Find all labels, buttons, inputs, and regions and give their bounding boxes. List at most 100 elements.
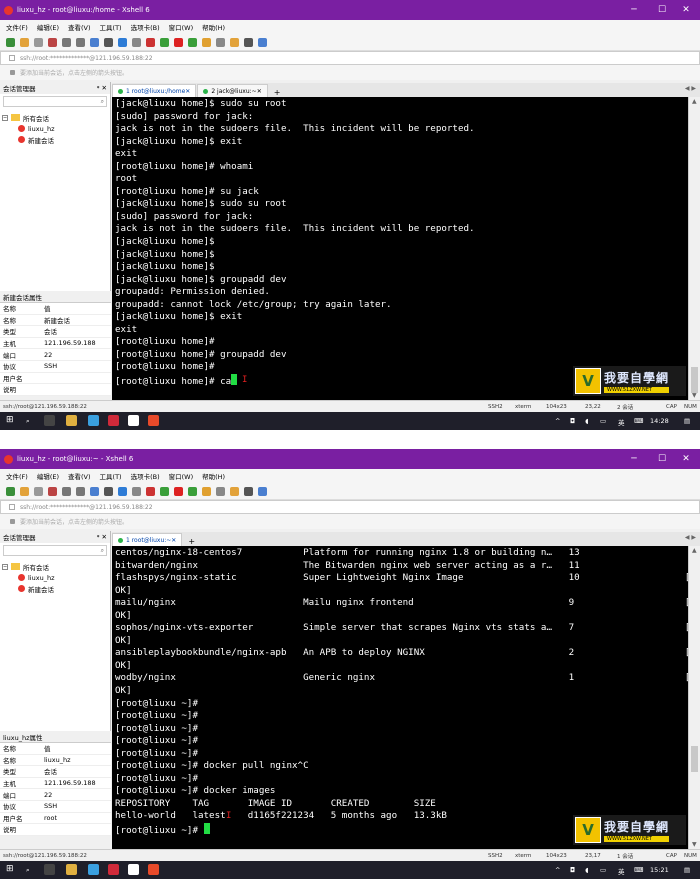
new-tab-button[interactable]: + [271,88,284,97]
tray-network-icon[interactable]: ◘ [570,417,575,425]
menu-tools[interactable]: 工具(T) [100,22,122,32]
stop-icon[interactable] [174,486,183,496]
search-icon[interactable]: ⌕ [26,866,30,875]
menu-tabs[interactable]: 选项卡(B) [131,22,160,32]
terminal-scrollbar[interactable]: ▲ ▼ [688,546,700,849]
tray-battery-icon[interactable]: ▭ [600,866,606,874]
address-bar[interactable]: ssh://root:*************@121.196.59.188:… [0,500,700,514]
clock[interactable]: 15:21 [650,866,669,874]
xshell-task-icon[interactable] [108,415,119,426]
paste-icon[interactable] [76,37,85,47]
tray-volume-icon[interactable]: ◖ [585,417,588,425]
xftp-icon[interactable] [146,37,155,47]
keyboard-icon[interactable] [216,486,225,496]
session-search-input[interactable]: ⌕ [3,96,107,107]
notification-icon[interactable]: ▤ [684,417,690,425]
tray-volume-icon[interactable]: ◖ [585,866,588,874]
globe-icon[interactable] [118,37,127,47]
task-view-icon[interactable] [44,864,55,875]
new-session-icon[interactable] [6,37,15,47]
tree-node-all-sessions[interactable]: − 所有会话 [2,561,108,572]
document-icon[interactable] [128,415,139,426]
stop-icon[interactable] [174,37,183,47]
menu-view[interactable]: 查看(V) [68,22,91,32]
menu-help[interactable]: 帮助(H) [202,471,225,481]
font-icon[interactable] [132,486,141,496]
ime-indicator[interactable]: 英 [618,866,625,876]
minimize-button[interactable]: ─ [620,0,648,20]
session-tab[interactable]: 1 root@liuxu:/home ✕ [112,84,197,97]
help-icon[interactable] [258,486,267,496]
terminal-scrollbar[interactable]: ▲ ▼ [688,97,700,400]
lock-icon[interactable] [202,37,211,47]
print-icon[interactable] [104,486,113,496]
clock[interactable]: 14:28 [650,417,669,425]
file-explorer-icon[interactable] [66,415,77,426]
file-explorer-icon[interactable] [66,864,77,875]
copy-icon[interactable] [62,37,71,47]
panel-pin-close-icon[interactable]: ᵠ ✕ [97,533,107,541]
minimize-button[interactable]: ─ [620,449,648,469]
tray-ime-icon[interactable]: ⌨ [634,417,643,425]
ime-indicator[interactable]: 英 [618,417,625,427]
scroll-up-icon[interactable]: ▲ [692,547,697,554]
tree-node-liuxu-hz[interactable]: liuxu_hz [2,123,108,134]
close-tab-icon[interactable]: ✕ [171,537,176,544]
open-folder-icon[interactable] [20,486,29,496]
document-icon[interactable] [128,864,139,875]
copy-icon[interactable] [62,486,71,496]
xshell-task-icon[interactable] [108,864,119,875]
menu-tools[interactable]: 工具(T) [100,471,122,481]
xagent-icon[interactable] [160,37,169,47]
menu-window[interactable]: 窗口(W) [169,471,194,481]
new-session-icon[interactable] [6,486,15,496]
scroll-up-icon[interactable]: ▲ [692,98,697,105]
terminal[interactable]: [jack@liuxu home]$ sudo su root [sudo] pa… [112,97,688,400]
xftp-icon[interactable] [146,486,155,496]
collapse-icon[interactable]: − [2,563,8,570]
xagent-icon[interactable] [160,486,169,496]
scroll-thumb[interactable] [691,746,698,772]
panel-pin-close-icon[interactable]: ᵠ ✕ [97,84,107,92]
notification-icon[interactable]: ▤ [684,866,690,874]
menu-view[interactable]: 查看(V) [68,471,91,481]
scroll-thumb[interactable] [691,367,698,393]
tray-network-icon[interactable]: ◘ [570,866,575,874]
recorder-icon[interactable] [148,864,159,875]
close-button[interactable]: ✕ [672,449,700,469]
find-icon[interactable] [90,486,99,496]
new-tab-button[interactable]: + [185,537,198,546]
recorder-icon[interactable] [148,415,159,426]
tree-node-new-session[interactable]: 新建会话 [2,583,108,594]
task-view-icon[interactable] [44,415,55,426]
tray-arrow-icon[interactable]: ^ [555,866,560,874]
paste-icon[interactable] [76,486,85,496]
font-icon[interactable] [132,37,141,47]
session-tab[interactable]: 2 jack@liuxu:~ ✕ [197,84,268,97]
tile-icon[interactable] [244,486,253,496]
help-icon[interactable] [258,37,267,47]
tab-nav-arrows-icon[interactable]: ◀ ▶ [685,85,696,92]
fullscreen-icon[interactable] [188,486,197,496]
close-tab-icon[interactable]: ✕ [185,88,190,95]
menu-file[interactable]: 文件(F) [6,22,28,32]
windows-start-icon[interactable]: ⊞ [6,864,14,874]
close-tab-icon[interactable]: ✕ [257,88,262,95]
fullscreen-icon[interactable] [188,37,197,47]
keyboard-icon[interactable] [216,37,225,47]
search-icon[interactable]: ⌕ [26,417,30,426]
menu-file[interactable]: 文件(F) [6,471,28,481]
layout-icon[interactable] [230,37,239,47]
menu-edit[interactable]: 编辑(E) [37,22,59,32]
browser-icon[interactable] [88,415,99,426]
scroll-down-icon[interactable]: ▼ [692,841,697,848]
tree-node-liuxu-hz[interactable]: liuxu_hz [2,572,108,583]
open-folder-icon[interactable] [20,37,29,47]
tree-node-new-session[interactable]: 新建会话 [2,134,108,145]
scroll-down-icon[interactable]: ▼ [692,392,697,399]
print-icon[interactable] [104,37,113,47]
disconnect-icon[interactable] [34,486,43,496]
layout-icon[interactable] [230,486,239,496]
menu-edit[interactable]: 编辑(E) [37,471,59,481]
menu-help[interactable]: 帮助(H) [202,22,225,32]
